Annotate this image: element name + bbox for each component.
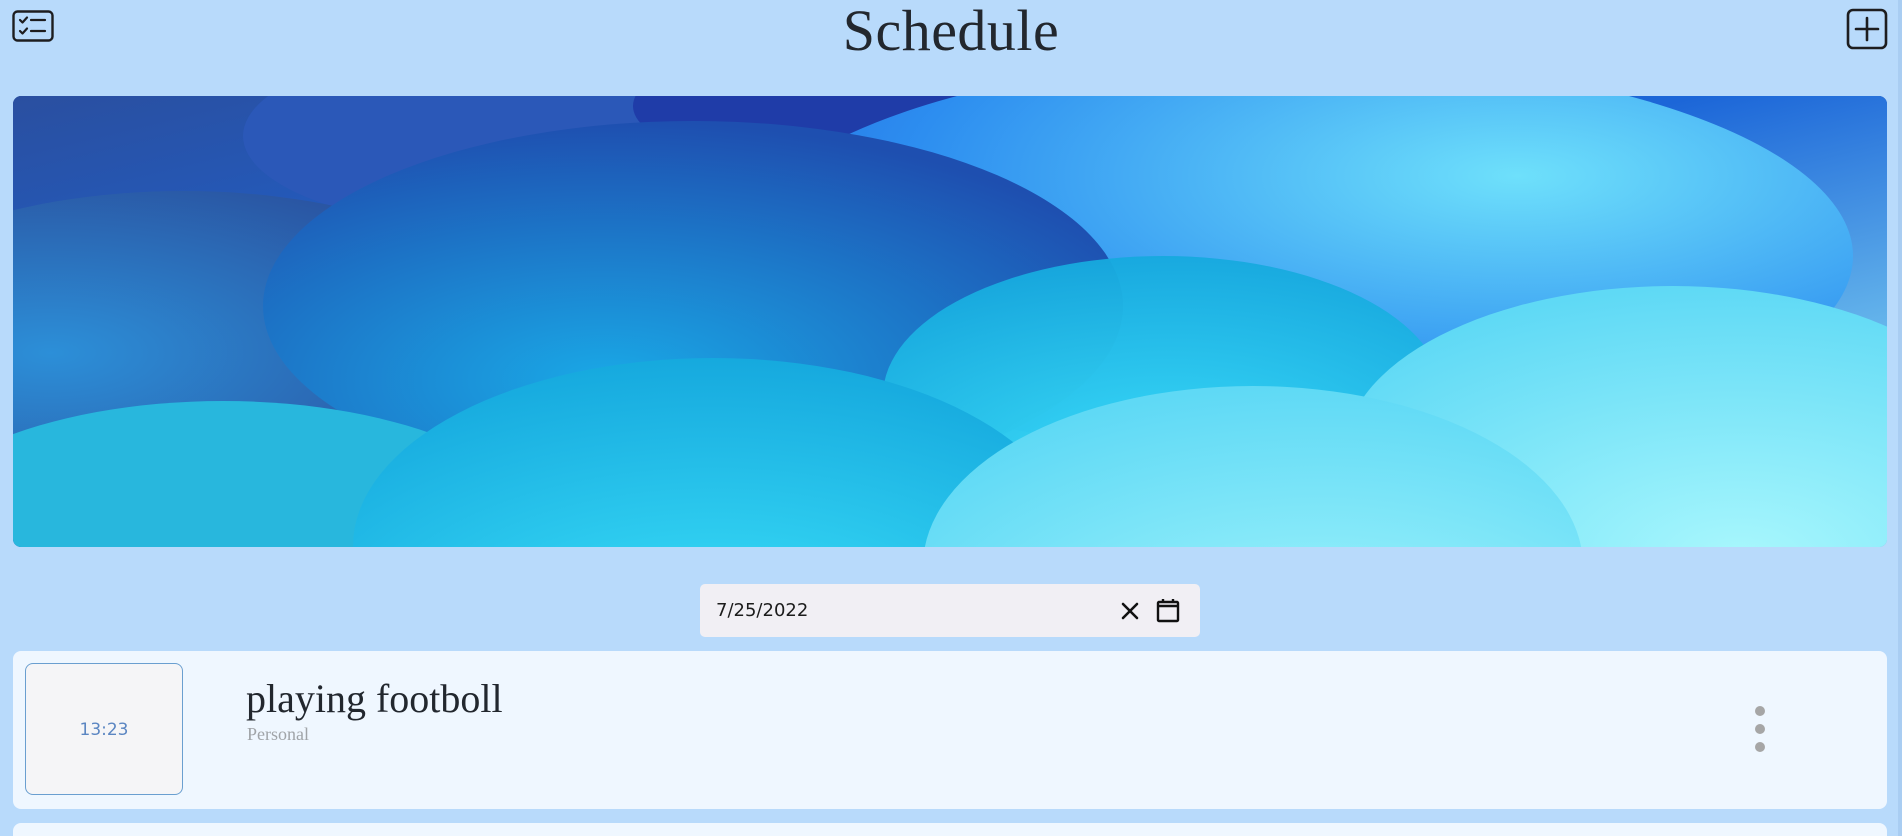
calendar-icon: [1156, 599, 1180, 623]
schedule-app: Schedule 7/25/2022 13:23 playing footbol…: [0, 0, 1902, 836]
event-title: playing footboll: [246, 676, 503, 721]
kebab-menu-icon: [1755, 706, 1765, 716]
open-calendar-button[interactable]: [1154, 597, 1182, 625]
event-options-button[interactable]: [1752, 706, 1768, 752]
event-category: Personal: [247, 724, 309, 744]
date-filter-input[interactable]: 7/25/2022: [700, 584, 1200, 637]
header: Schedule: [0, 0, 1902, 80]
add-event-button[interactable]: [1846, 8, 1888, 50]
close-icon: [1121, 602, 1139, 620]
event-time-box: 13:23: [25, 663, 183, 795]
page-title: Schedule: [842, 0, 1060, 63]
scrollbar[interactable]: [1898, 0, 1902, 836]
event-card[interactable]: 13:23 playing footboll Personal: [13, 651, 1887, 809]
clear-date-button[interactable]: [1117, 598, 1143, 624]
kebab-menu-icon: [1755, 742, 1765, 752]
kebab-menu-icon: [1755, 724, 1765, 734]
date-value[interactable]: 7/25/2022: [716, 584, 808, 637]
banner-image: [13, 96, 1887, 547]
event-time: 13:23: [79, 720, 129, 740]
event-card-partial[interactable]: [13, 823, 1887, 836]
plus-square-icon: [1846, 8, 1888, 50]
